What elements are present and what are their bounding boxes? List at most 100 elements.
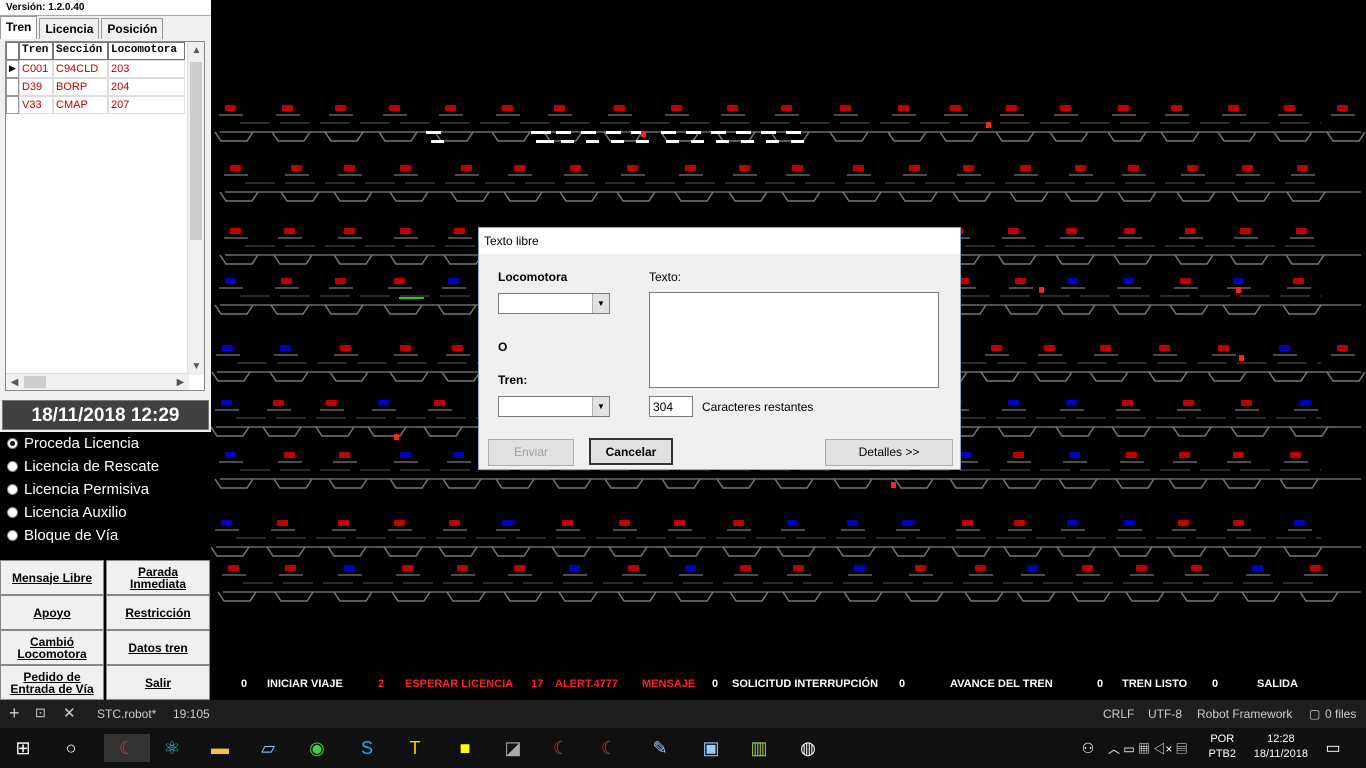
siding — [442, 478, 482, 489]
avance-label[interactable]: AVANCE DEL TREN — [950, 678, 1053, 690]
alert-label[interactable]: ALERT.4777 — [555, 678, 618, 690]
occupied-segment — [686, 131, 701, 134]
detalles-button[interactable]: Detalles >> — [825, 439, 953, 466]
occupied-segment — [611, 140, 624, 143]
enviar-button[interactable]: Enviar — [488, 439, 574, 466]
siding — [887, 131, 927, 142]
encoding-indicator[interactable]: UTF-8 — [1148, 707, 1182, 721]
app-icon[interactable]: ☾ — [104, 734, 150, 762]
radio-licencia-auxilio[interactable]: Licencia Auxilio — [0, 501, 211, 524]
radio-licencia-rescate[interactable]: Licencia de Rescate — [0, 455, 211, 478]
scroll-up-icon[interactable]: ▲ — [188, 42, 204, 59]
esperar-licencia-label[interactable]: ESPERAR LICENCIA — [405, 678, 513, 690]
scroll-thumb[interactable] — [24, 376, 46, 388]
tab-posicion[interactable]: Posición — [101, 18, 164, 39]
terminal-icon[interactable]: ⊡ — [35, 705, 46, 721]
file-explorer-icon[interactable]: ▬ — [205, 734, 235, 762]
scroll-down-icon[interactable]: ▼ — [188, 358, 204, 375]
language-indicator[interactable]: Robot Framework — [1197, 707, 1292, 721]
tool-icon[interactable]: T — [400, 734, 430, 762]
parada-inmediata-button[interactable]: Parada Inmediata — [106, 560, 210, 595]
atom-icon[interactable]: ⚛ — [157, 734, 187, 762]
siding — [1279, 478, 1319, 489]
radio-proceda-licencia[interactable]: Proceda Licencia — [0, 432, 211, 455]
siding — [997, 254, 1037, 265]
station-marker — [740, 565, 751, 571]
tab-licencia[interactable]: Licencia — [39, 18, 100, 39]
add-icon[interactable]: + — [9, 703, 20, 724]
salida-label[interactable]: SALIDA — [1257, 678, 1298, 690]
siding — [1113, 254, 1153, 265]
scroll-left-icon[interactable]: ◀ — [6, 374, 23, 390]
notes-icon[interactable]: ▱ — [253, 734, 283, 762]
station-marker — [1066, 228, 1077, 234]
station-marker — [448, 278, 459, 284]
cambio-locomotora-button[interactable]: Cambió Locomotora — [0, 630, 104, 665]
system-tray-icons[interactable]: ︿ ▭ ▦ ◁× ▤ — [1108, 734, 1198, 762]
siding — [367, 426, 407, 437]
texto-textarea[interactable] — [649, 292, 939, 388]
station-marker — [1027, 565, 1038, 571]
siding — [1169, 304, 1209, 315]
system-clock[interactable]: 12:28 18/11/2018 — [1254, 732, 1308, 762]
station-marker — [1006, 105, 1017, 111]
restriccion-button[interactable]: Restricción — [106, 595, 210, 630]
table-row[interactable]: D39 BORP 204 — [6, 78, 204, 96]
tab-tren[interactable]: Tren — [0, 16, 38, 39]
chart-app-icon[interactable]: ▥ — [744, 734, 774, 762]
chevron-down-icon[interactable]: ▼ — [592, 294, 609, 313]
column-header-locomotora[interactable]: Locomotora — [108, 42, 185, 60]
station-marker — [1067, 520, 1078, 526]
image-viewer-icon[interactable]: ◪ — [498, 734, 528, 762]
pedido-entrada-via-button[interactable]: Pedido de Entrada de Vía — [0, 665, 104, 700]
files-count[interactable]: 0 files — [1325, 707, 1356, 721]
chevron-down-icon[interactable]: ▼ — [592, 397, 609, 416]
solicitud-label[interactable]: SOLICITUD INTERRUPCIÓN — [732, 678, 878, 690]
occupied-segment — [666, 140, 679, 143]
salir-button[interactable]: Salir — [106, 665, 210, 700]
search-icon[interactable]: ○ — [56, 734, 86, 762]
scroll-right-icon[interactable]: ▶ — [172, 374, 189, 390]
siding — [1167, 546, 1207, 557]
radio-bloque-via[interactable]: Bloque de Vía — [0, 524, 211, 547]
chrome-icon[interactable]: ◉ — [302, 734, 332, 762]
table-row[interactable]: ▶ C001 C94CLD 203 — [6, 60, 204, 78]
mensaje-label[interactable]: MENSAJE — [642, 678, 695, 690]
skype-icon[interactable]: S — [352, 734, 382, 762]
eol-indicator[interactable]: CRLF — [1103, 707, 1134, 721]
row-indicator — [6, 96, 19, 114]
apoyo-button[interactable]: Apoyo — [0, 595, 104, 630]
iniciar-viaje-label[interactable]: INICIAR VIAJE — [267, 678, 343, 690]
scroll-thumb[interactable] — [190, 62, 202, 240]
notepad-icon[interactable]: ✎ — [645, 734, 675, 762]
app-icon[interactable]: ☾ — [546, 734, 576, 762]
chars-remaining-value: 304 — [649, 396, 693, 417]
mensaje-libre-button[interactable]: Mensaje Libre — [0, 560, 104, 595]
horizontal-scrollbar[interactable]: ◀ ▶ — [6, 373, 189, 390]
siding — [274, 591, 314, 602]
column-header-tren[interactable]: Tren — [19, 42, 53, 60]
globe-icon[interactable]: ◍ — [793, 734, 823, 762]
app-icon[interactable]: ☾ — [594, 734, 624, 762]
tren-select[interactable]: ▼ — [498, 396, 610, 417]
locomotora-select[interactable]: ▼ — [498, 293, 610, 314]
input-language[interactable]: POR PTB2 — [1208, 732, 1236, 762]
siding — [1222, 304, 1262, 315]
close-icon[interactable]: ✕ — [63, 704, 76, 722]
windows-start-icon[interactable]: ⊞ — [8, 734, 38, 762]
editor-file-name[interactable]: STC.robot* — [97, 707, 156, 721]
cancelar-button[interactable]: Cancelar — [589, 438, 673, 465]
train-grid[interactable]: Tren Sección Locomotora ▶ C001 C94CLD 20… — [5, 41, 205, 391]
sticky-notes-icon[interactable]: ■ — [450, 734, 480, 762]
vertical-scrollbar[interactable]: ▲ ▼ — [187, 42, 204, 375]
siding — [663, 546, 703, 557]
radio-licencia-permisiva[interactable]: Licencia Permisiva — [0, 478, 211, 501]
table-row[interactable]: V33 CMAP 207 — [6, 96, 204, 114]
people-icon[interactable]: ⚇ — [1073, 734, 1103, 762]
datos-tren-button[interactable]: Datos tren — [106, 630, 210, 665]
station-marker — [1060, 105, 1071, 111]
column-header-seccion[interactable]: Sección — [53, 42, 108, 60]
notification-icon[interactable]: ▭ — [1318, 734, 1348, 762]
tren-listo-label[interactable]: TREN LISTO — [1122, 678, 1187, 690]
computer-icon[interactable]: ▣ — [696, 734, 726, 762]
